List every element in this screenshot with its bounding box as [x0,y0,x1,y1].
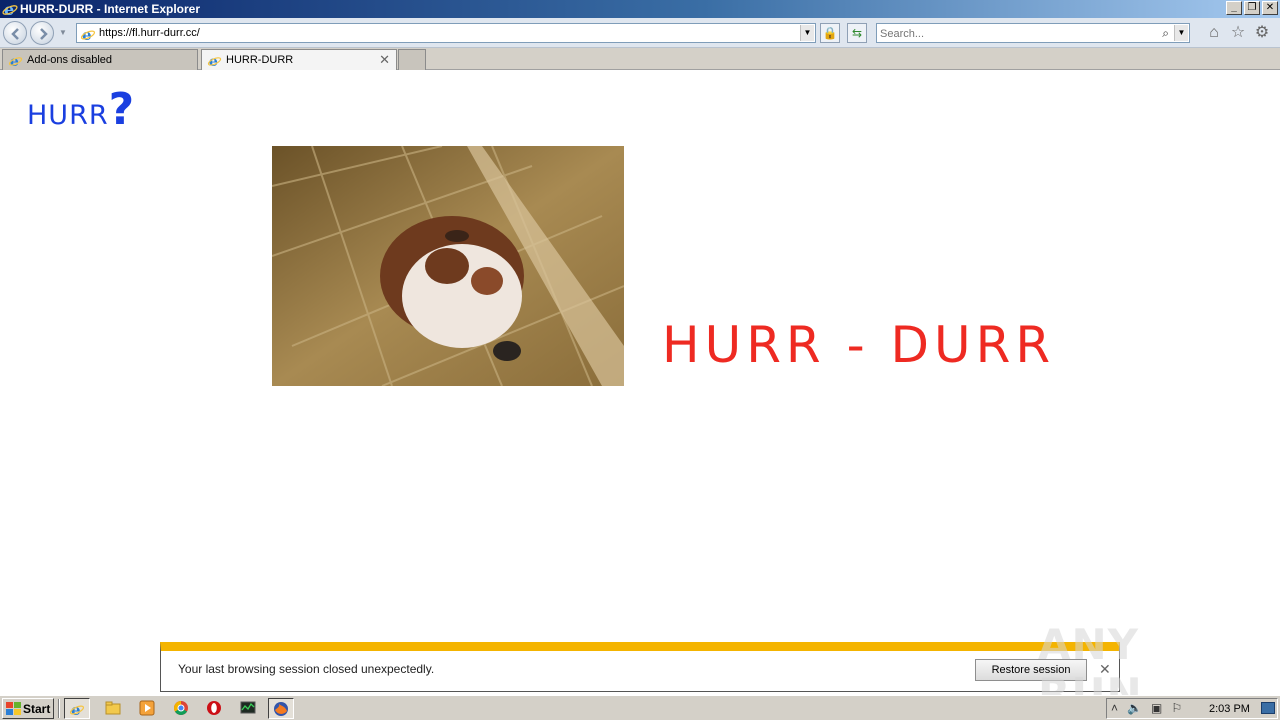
search-icon[interactable]: ⌕ [1162,26,1169,41]
hurr-word: HURR [27,100,109,131]
internet-explorer-icon: e [2,1,18,17]
start-label: Start [23,702,51,716]
show-desktop-icon[interactable] [1261,702,1275,714]
session-restore-notification: Your last browsing session closed unexpe… [160,642,1120,692]
opera-icon [207,701,221,715]
window-title: HURR-DURR - Internet Explorer [20,2,201,16]
notification-message: Your last browsing session closed unexpe… [178,662,435,676]
bulldog-photo [272,146,624,386]
search-dropdown-icon[interactable]: ▼ [1174,25,1188,41]
firefox-icon [274,702,288,716]
close-window-button[interactable]: ✕ [1262,1,1278,15]
lock-icon[interactable]: 🔒 [820,23,840,43]
clock[interactable]: 2:03 PM [1209,703,1250,715]
close-tab-icon[interactable]: ✕ [379,52,390,68]
navigation-bar: ▼ e https://fl.hurr-durr.cc/ ▼ 🔒 ⇆ ⌕ ▼ ⌂… [0,18,1280,48]
back-button[interactable] [3,21,27,45]
taskbar-firefox[interactable] [268,698,294,719]
bulldog-image [272,146,624,386]
explorer-folder-icon [105,701,121,715]
forward-arrow-icon [40,28,48,40]
internet-explorer-icon: e [69,701,85,719]
start-button[interactable]: Start [2,698,54,719]
show-hidden-icons-icon[interactable]: ˄ [1111,701,1118,715]
taskbar-explorer[interactable] [100,698,126,719]
tab-label: HURR-DURR [226,54,294,66]
taskbar-internet-explorer[interactable]: e [64,698,90,719]
search-input[interactable] [880,26,1150,41]
taskbar-chrome[interactable] [168,698,194,719]
forward-button[interactable] [30,21,54,45]
internet-explorer-icon: e [8,54,23,68]
system-tray: ˄ 🔈 ▣ ⚐ 2:03 PM [1106,698,1278,719]
taskbar-task-manager[interactable] [235,698,261,719]
url-text[interactable]: https://fl.hurr-durr.cc/ [99,27,200,39]
settings-gear-icon[interactable]: ⚙ [1253,25,1271,41]
tab-bar: e Add-ons disabled e HURR-DURR ✕ [0,48,1280,70]
recent-pages-dropdown-icon[interactable]: ▼ [59,28,69,38]
address-dropdown-icon[interactable]: ▼ [800,25,814,41]
volume-icon[interactable]: 🔈 [1127,701,1142,715]
address-bar[interactable]: e https://fl.hurr-durr.cc/ ▼ [76,23,816,43]
tray-icons: ˄ 🔈 ▣ ⚐ [1111,701,1182,715]
search-box[interactable]: ⌕ ▼ [876,23,1190,43]
network-icon[interactable]: ▣ [1151,701,1162,715]
tab-label: Add-ons disabled [27,54,113,66]
media-player-icon [139,700,155,716]
internet-explorer-icon: e [207,54,222,68]
hurr-logo: HURR? [27,84,134,135]
windows-flag-icon [6,702,21,715]
favorites-star-icon[interactable]: ☆ [1229,25,1247,41]
taskbar-media-player[interactable] [134,698,160,719]
refresh-icon[interactable]: ⇆ [847,23,867,43]
back-arrow-icon [11,28,19,40]
page-content: HURR? HURR - DURR [0,70,1280,695]
hurr-durr-headline: HURR - DURR [662,316,1056,374]
task-manager-icon [240,701,256,714]
taskbar: Start e ˄ 🔈 ▣ ⚐ 2:03 PM [0,695,1280,720]
tab-hurr-durr[interactable]: e HURR-DURR ✕ [201,49,397,70]
minimize-button[interactable]: _ [1226,1,1242,15]
hurr-question-mark: ? [108,84,135,135]
taskbar-separator [58,699,60,718]
taskbar-opera[interactable] [201,698,227,719]
window-controls: _ ❐ ✕ [1226,1,1278,15]
tab-add-ons-disabled[interactable]: e Add-ons disabled [2,49,198,70]
action-center-flag-icon[interactable]: ⚐ [1171,701,1182,715]
internet-explorer-icon: e [80,26,96,42]
title-bar: e HURR-DURR - Internet Explorer _ ❐ ✕ [0,0,1280,18]
toolbar-icons: ⌂ ☆ ⚙ [1205,25,1271,41]
new-tab-button[interactable] [398,49,426,70]
restore-button[interactable]: ❐ [1244,1,1260,15]
anyrun-watermark: ANY RUN [1038,610,1238,718]
chrome-icon [174,701,188,715]
home-icon[interactable]: ⌂ [1205,25,1223,41]
